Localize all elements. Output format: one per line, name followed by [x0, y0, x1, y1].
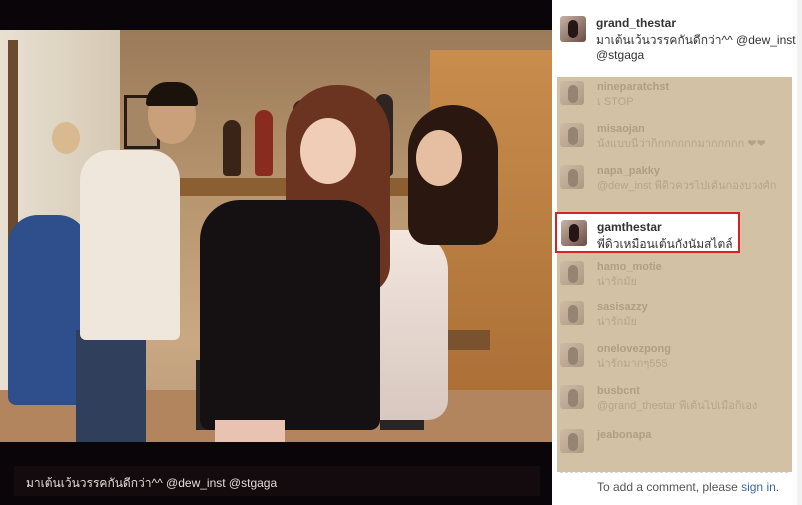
person-1-hair: [146, 82, 198, 106]
person-1-body: [80, 150, 180, 340]
comment-username[interactable]: jeabonapa: [597, 429, 651, 441]
avatar[interactable]: [560, 385, 584, 409]
person-1-legs: [76, 330, 146, 442]
photo[interactable]: [0, 30, 552, 442]
comment-text: @dew_inst พี่ดิวควรไปเต้นกองบวงศ์ก: [597, 180, 777, 192]
avatar[interactable]: [560, 81, 584, 105]
comment-text: น่ารักมั้ย: [597, 276, 637, 288]
avatar[interactable]: [561, 220, 587, 246]
comment-text: นั่งแบบนี้ว่าก็กกกกกกมากกกกก ❤❤: [597, 138, 766, 150]
author-username[interactable]: grand_thestar: [596, 16, 676, 30]
highlighted-comment: gamthestar พี่ดิวเหมือนเต้นกังนัมสไตล์: [555, 212, 740, 253]
person-2-body: [200, 200, 380, 430]
comment-username[interactable]: nineparatchst: [597, 81, 669, 93]
list-item: misaojan นั่งแบบนี้ว่าก็กกกกกกมากกกกก ❤❤: [557, 119, 792, 161]
comment-username[interactable]: hamo_motie: [597, 261, 662, 273]
avatar[interactable]: [560, 165, 584, 189]
list-item: sasisazzy น่ารักมั้ย: [557, 297, 792, 339]
avatar[interactable]: [560, 429, 584, 453]
page-scrollbar[interactable]: [797, 0, 802, 505]
list-item: jeabonapa: [557, 425, 792, 467]
comment-text: เ STOP: [597, 96, 634, 108]
comment-username[interactable]: misaojan: [597, 123, 645, 135]
person-2-legs: [215, 420, 285, 442]
photo-teddy-bear: [52, 122, 80, 154]
comment-username[interactable]: sasisazzy: [597, 301, 648, 313]
comments-list: nineparatchst เ STOP misaojan นั่งแบบนี้…: [557, 77, 792, 472]
list-item: napa_pakky @dew_inst พี่ดิวควรไปเต้นกองบ…: [557, 161, 792, 203]
comment-text: พี่ดิวเหมือนเต้นกังนัมสไตล์: [597, 237, 733, 251]
avatar[interactable]: [560, 123, 584, 147]
sign-in-link[interactable]: sign in: [741, 480, 776, 494]
avatar[interactable]: [560, 343, 584, 367]
photo-viewer: มาเต้นเว้นวรรคกันดีกว่า^^ @dew_inst @stg…: [0, 0, 552, 505]
list-item: busbcnt @grand_thestar พี่เต้นไปเมื่อก็เ…: [557, 381, 792, 423]
comment-username[interactable]: onelovezpong: [597, 343, 671, 355]
photo-caption-bar: มาเต้นเว้นวรรคกันดีกว่า^^ @dew_inst @stg…: [14, 466, 540, 496]
person-3-face: [416, 130, 462, 186]
author-avatar[interactable]: [560, 16, 586, 42]
comment-text: น่ารักมากๆ555: [597, 358, 668, 370]
post-author: grand_thestar มาเต้นเว้นวรรคกันดีกว่า^^ …: [552, 10, 802, 72]
add-comment-prompt: To add a comment, please sign in.: [560, 472, 788, 499]
avatar[interactable]: [560, 301, 584, 325]
comment-username[interactable]: napa_pakky: [597, 165, 660, 177]
post-caption: มาเต้นเว้นวรรคกันดีกว่า^^ @dew_inst @stg…: [596, 33, 796, 62]
signin-prompt-text: To add a comment, please sign in.: [597, 480, 779, 494]
comment-username[interactable]: gamthestar: [597, 220, 662, 234]
signin-prefix: To add a comment, please: [597, 480, 742, 494]
signin-suffix: .: [775, 480, 780, 494]
list-item: hamo_motie น่ารักมั้ย: [557, 257, 792, 299]
comment-text: @grand_thestar พี่เต้นไปเมื่อก็เอง: [597, 400, 758, 412]
list-item: nineparatchst เ STOP: [557, 77, 792, 119]
list-item: onelovezpong น่ารักมากๆ555: [557, 339, 792, 381]
comment-username[interactable]: busbcnt: [597, 385, 640, 397]
avatar[interactable]: [560, 261, 584, 285]
comment-text: น่ารักมั้ย: [597, 316, 637, 328]
person-2-face: [300, 118, 356, 184]
photo-caption: มาเต้นเว้นวรรคกันดีกว่า^^ @dew_inst @stg…: [26, 476, 278, 490]
